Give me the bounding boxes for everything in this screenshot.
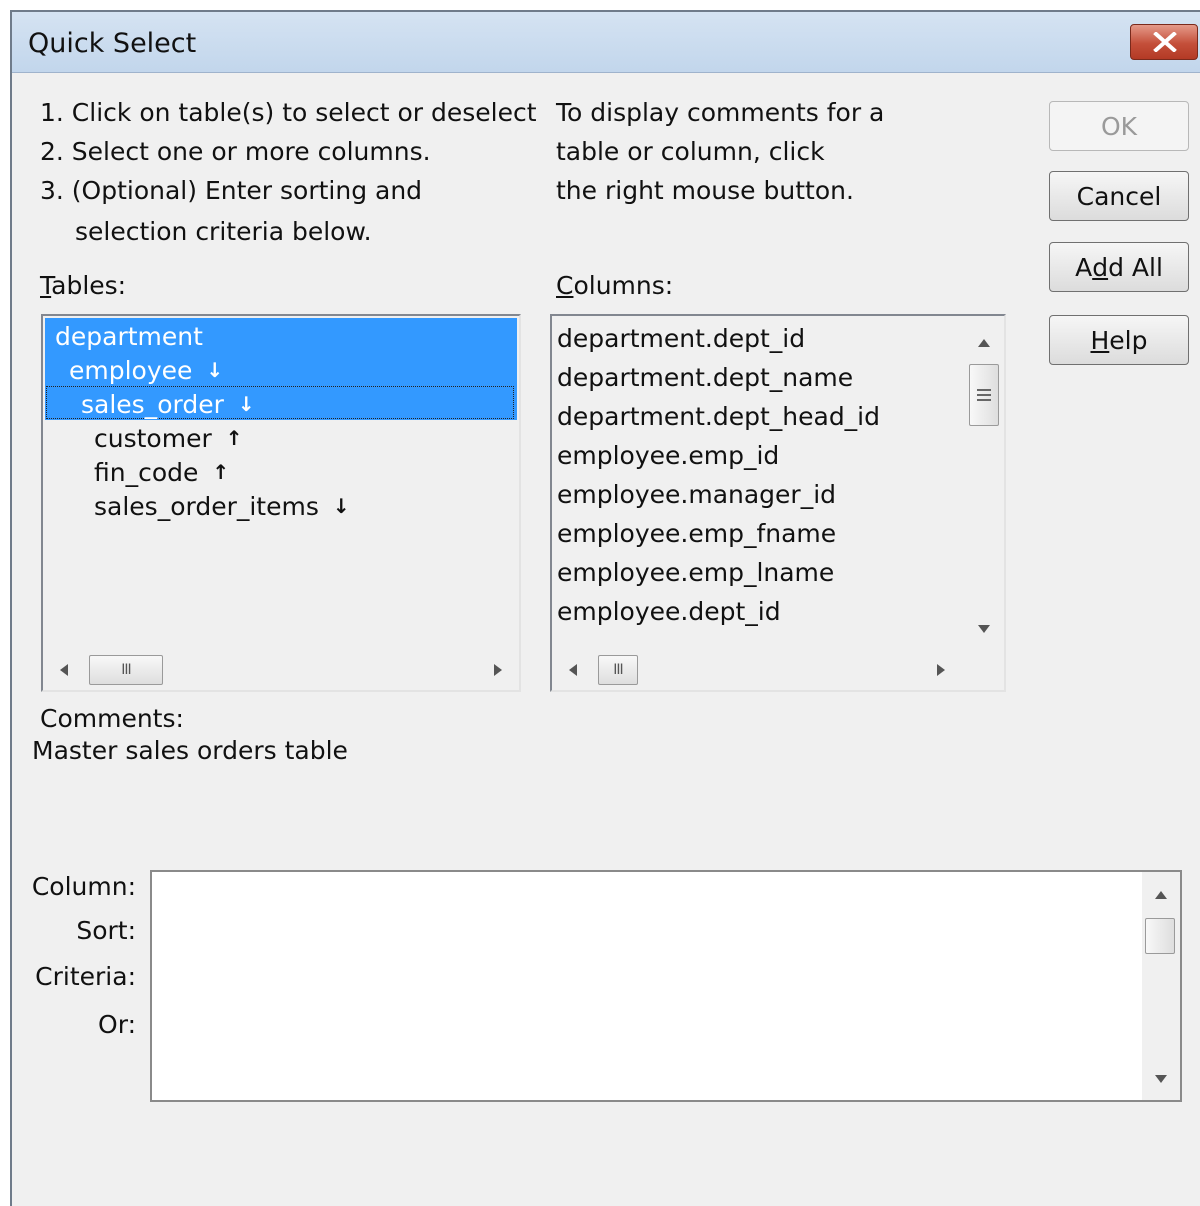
quick-select-dialog: Quick Select 1. Click on table(s) to sel… bbox=[10, 10, 1200, 1206]
table-item-label: employee bbox=[69, 355, 193, 385]
arrow-down-icon: ↓ bbox=[206, 358, 224, 382]
tables-list[interactable]: department employee ↓ sales_order ↓ cust… bbox=[41, 314, 521, 692]
columns-label-mnemonic: C bbox=[556, 271, 574, 300]
window-title: Quick Select bbox=[28, 28, 197, 59]
grip-icon bbox=[977, 389, 991, 401]
title-bar: Quick Select bbox=[12, 12, 1200, 73]
comments-text: Master sales orders table bbox=[32, 736, 348, 765]
columns-hscrollbar[interactable]: III bbox=[554, 652, 966, 688]
arrow-up-icon: ↑ bbox=[212, 460, 230, 484]
columns-label-rest: olumns: bbox=[573, 271, 674, 300]
add-all-label-a: A bbox=[1075, 252, 1093, 282]
arrow-up-icon: ↑ bbox=[225, 426, 243, 450]
arrow-down-icon: ↓ bbox=[237, 392, 255, 416]
scroll-thumb[interactable] bbox=[1145, 918, 1175, 954]
scroll-down-icon[interactable] bbox=[978, 624, 990, 634]
comment-hint-1: To display comments for a bbox=[556, 98, 885, 127]
comments-label: Comments: bbox=[40, 704, 184, 733]
table-item-department[interactable]: department bbox=[55, 319, 203, 353]
comment-hint-2: table or column, click bbox=[556, 137, 825, 166]
table-item-label: customer bbox=[94, 423, 212, 453]
scroll-right-icon[interactable] bbox=[493, 664, 503, 676]
scroll-up-icon[interactable] bbox=[1155, 890, 1167, 900]
table-item-fin-code[interactable]: fin_code ↑ bbox=[94, 455, 229, 489]
grid-label-criteria: Criteria: bbox=[35, 962, 136, 991]
table-item-label: sales_order bbox=[81, 389, 224, 419]
grid-label-sort: Sort: bbox=[76, 916, 136, 945]
instruction-3: 3. (Optional) Enter sorting and bbox=[40, 176, 423, 205]
close-button[interactable] bbox=[1130, 24, 1198, 60]
tables-label: Tables: bbox=[40, 271, 126, 300]
scroll-thumb[interactable] bbox=[969, 364, 999, 426]
grid-label-column: Column: bbox=[31, 872, 136, 901]
column-item[interactable]: department.dept_name bbox=[557, 363, 853, 392]
criteria-grid[interactable] bbox=[150, 870, 1182, 1102]
table-item-label: department bbox=[55, 321, 203, 351]
comment-hint-3: the right mouse button. bbox=[556, 176, 854, 205]
arrow-down-icon: ↓ bbox=[332, 494, 350, 518]
table-item-label: fin_code bbox=[94, 457, 199, 487]
grid-vscrollbar[interactable] bbox=[1142, 872, 1180, 1100]
tables-label-rest: ables: bbox=[51, 271, 127, 300]
instruction-1: 1. Click on table(s) to select or desele… bbox=[40, 98, 537, 127]
columns-label: Columns: bbox=[556, 271, 673, 300]
add-all-mnemonic: d bbox=[1092, 252, 1109, 282]
help-button[interactable]: Help bbox=[1049, 315, 1189, 365]
scroll-left-icon[interactable] bbox=[59, 664, 69, 676]
scroll-thumb[interactable]: III bbox=[598, 655, 638, 685]
table-item-employee[interactable]: employee ↓ bbox=[69, 353, 223, 387]
column-item[interactable]: employee.dept_id bbox=[557, 597, 781, 626]
help-label-rest: elp bbox=[1109, 325, 1148, 355]
columns-list[interactable]: department.dept_id department.dept_name … bbox=[550, 314, 1006, 692]
scroll-thumb[interactable]: III bbox=[89, 655, 163, 685]
scroll-up-icon[interactable] bbox=[978, 338, 990, 348]
close-icon bbox=[1153, 32, 1177, 52]
column-item[interactable]: employee.emp_id bbox=[557, 441, 779, 470]
scroll-right-icon[interactable] bbox=[936, 664, 946, 676]
instruction-3-cont: selection criteria below. bbox=[75, 217, 372, 246]
tables-label-mnemonic: T bbox=[40, 271, 52, 300]
column-item[interactable]: employee.emp_lname bbox=[557, 558, 834, 587]
column-item[interactable]: department.dept_id bbox=[557, 324, 805, 353]
column-item[interactable]: employee.manager_id bbox=[557, 480, 836, 509]
column-item[interactable]: employee.emp_fname bbox=[557, 519, 836, 548]
add-all-label-rest: d All bbox=[1108, 252, 1163, 282]
grid-label-or: Or: bbox=[98, 1010, 136, 1039]
tables-hscrollbar[interactable]: III bbox=[45, 652, 517, 688]
table-item-customer[interactable]: customer ↑ bbox=[94, 421, 243, 455]
cancel-button[interactable]: Cancel bbox=[1049, 171, 1189, 221]
table-item-sales-order-items[interactable]: sales_order_items ↓ bbox=[94, 489, 350, 523]
column-item[interactable]: department.dept_head_id bbox=[557, 402, 880, 431]
table-item-label: sales_order_items bbox=[94, 491, 319, 521]
add-all-button[interactable]: Add All bbox=[1049, 242, 1189, 292]
instruction-2: 2. Select one or more columns. bbox=[40, 137, 431, 166]
table-item-sales-order[interactable]: sales_order ↓ bbox=[81, 387, 255, 421]
scroll-down-icon[interactable] bbox=[1155, 1074, 1167, 1084]
columns-vscrollbar[interactable] bbox=[966, 318, 1002, 650]
help-mnemonic: H bbox=[1090, 325, 1110, 355]
scroll-left-icon[interactable] bbox=[568, 664, 578, 676]
ok-button[interactable]: OK bbox=[1049, 101, 1189, 151]
